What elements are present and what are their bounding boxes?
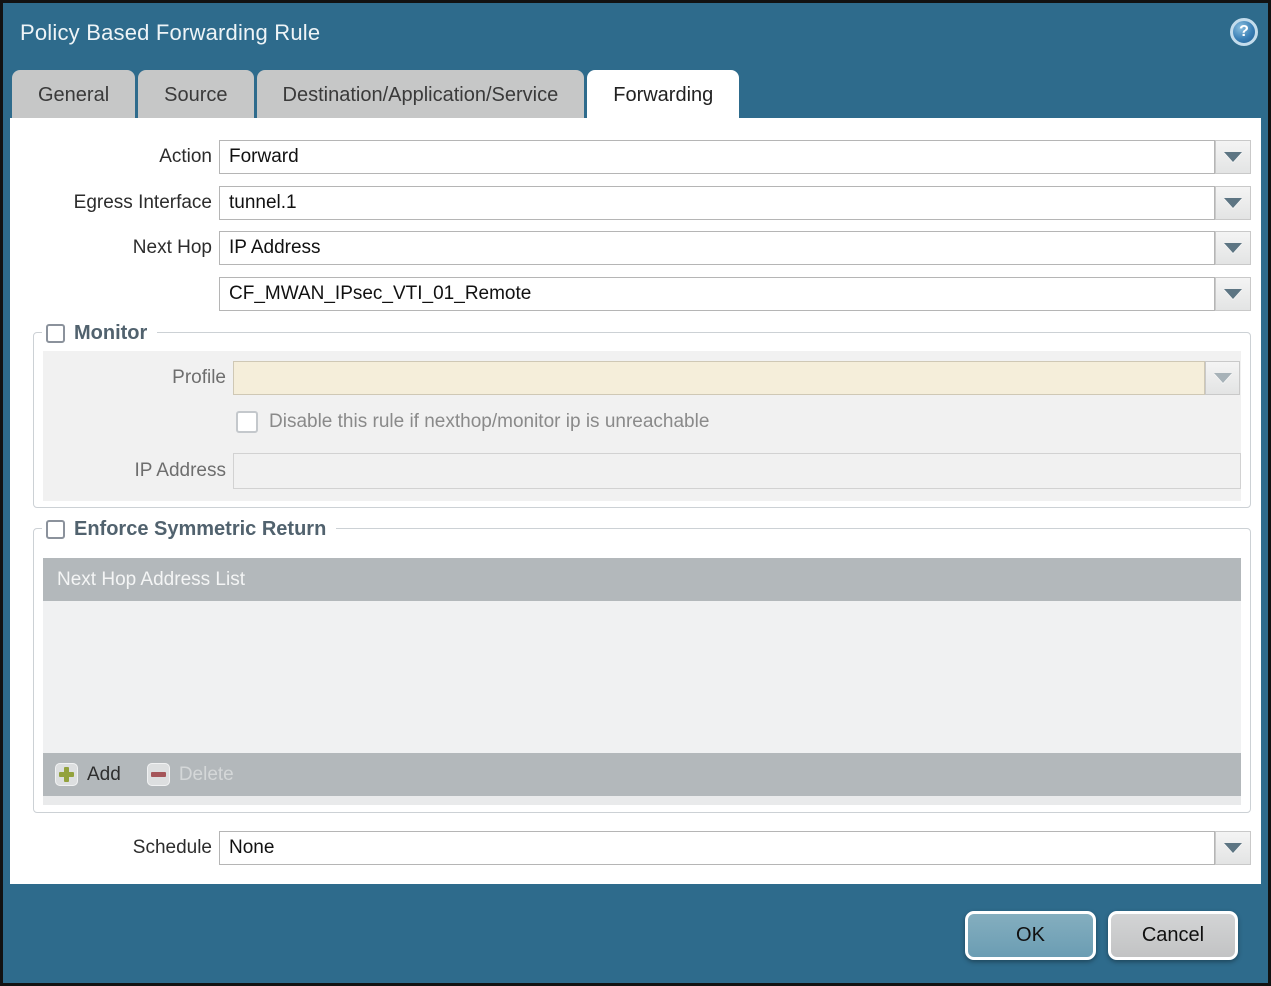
enforce-symmetric-return-legend: Enforce Symmetric Return [42, 516, 337, 542]
monitor-panel: Profile Disable this rule if nexthop/mon… [43, 351, 1241, 501]
next-hop-address-list-toolbar: Add Delete [43, 753, 1241, 796]
policy-based-forwarding-dialog: Policy Based Forwarding Rule ? General S… [3, 3, 1268, 983]
next-hop-type-select[interactable]: IP Address [219, 231, 1215, 265]
monitor-legend: Monitor [42, 320, 158, 346]
tab-destination-application-service[interactable]: Destination/Application/Service [256, 70, 585, 121]
chevron-down-icon [1224, 243, 1242, 253]
screen: Policy Based Forwarding Rule ? General S… [0, 0, 1271, 986]
next-hop-address-list-body [43, 601, 1241, 753]
plus-icon [55, 763, 78, 786]
chevron-down-icon [1224, 152, 1242, 162]
help-icon[interactable]: ? [1230, 18, 1258, 46]
monitor-profile-select [233, 361, 1205, 395]
egress-interface-dropdown-button[interactable] [1215, 186, 1251, 220]
disable-rule-label: Disable this rule if nexthop/monitor ip … [269, 411, 710, 432]
forwarding-tab-panel: Action Forward Egress Interface tunnel.1… [10, 118, 1261, 884]
next-hop-address-list-table: Next Hop Address List Add Delete [43, 558, 1241, 805]
tab-bar: General Source Destination/Application/S… [12, 70, 742, 121]
egress-interface-select[interactable]: tunnel.1 [219, 186, 1215, 220]
monitor-label: Monitor [74, 321, 148, 344]
table-bottom-strip [43, 796, 1241, 805]
dialog-title: Policy Based Forwarding Rule [20, 20, 321, 45]
monitor-profile-dropdown-button [1205, 361, 1240, 395]
enforce-symmetric-return-label: Enforce Symmetric Return [74, 517, 327, 540]
delete-button-label: Delete [178, 763, 234, 785]
schedule-label: Schedule [132, 837, 212, 858]
next-hop-address-dropdown-button[interactable] [1215, 277, 1251, 311]
next-hop-address-list-header: Next Hop Address List [43, 558, 1241, 601]
next-hop-dropdown-button[interactable] [1215, 231, 1251, 265]
chevron-down-icon [1224, 198, 1242, 208]
action-dropdown-button[interactable] [1215, 140, 1251, 174]
cancel-button[interactable]: Cancel [1108, 911, 1238, 960]
chevron-down-icon [1224, 289, 1242, 299]
schedule-select[interactable]: None [219, 831, 1215, 865]
schedule-dropdown-button[interactable] [1215, 831, 1251, 865]
monitor-ip-address-input [233, 453, 1241, 489]
monitor-checkbox[interactable] [46, 323, 65, 343]
egress-interface-label: Egress Interface [73, 192, 212, 213]
delete-button: Delete [146, 763, 234, 786]
add-button[interactable]: Add [55, 763, 121, 786]
tab-general[interactable]: General [12, 70, 136, 121]
next-hop-address-select[interactable]: CF_MWAN_IPsec_VTI_01_Remote [219, 277, 1215, 311]
monitor-profile-label: Profile [172, 367, 226, 388]
chevron-down-icon [1224, 843, 1242, 853]
tab-forwarding[interactable]: Forwarding [587, 70, 740, 121]
add-button-label: Add [87, 763, 121, 785]
tab-source[interactable]: Source [138, 70, 254, 121]
monitor-ip-address-label: IP Address [134, 460, 226, 481]
next-hop-label: Next Hop [132, 237, 212, 258]
ok-button[interactable]: OK [965, 911, 1096, 960]
disable-rule-checkbox [236, 411, 258, 433]
action-select[interactable]: Forward [219, 140, 1215, 174]
action-label: Action [159, 146, 212, 167]
enforce-symmetric-return-checkbox[interactable] [46, 519, 65, 539]
chevron-down-icon [1213, 373, 1232, 383]
minus-icon [146, 763, 170, 786]
